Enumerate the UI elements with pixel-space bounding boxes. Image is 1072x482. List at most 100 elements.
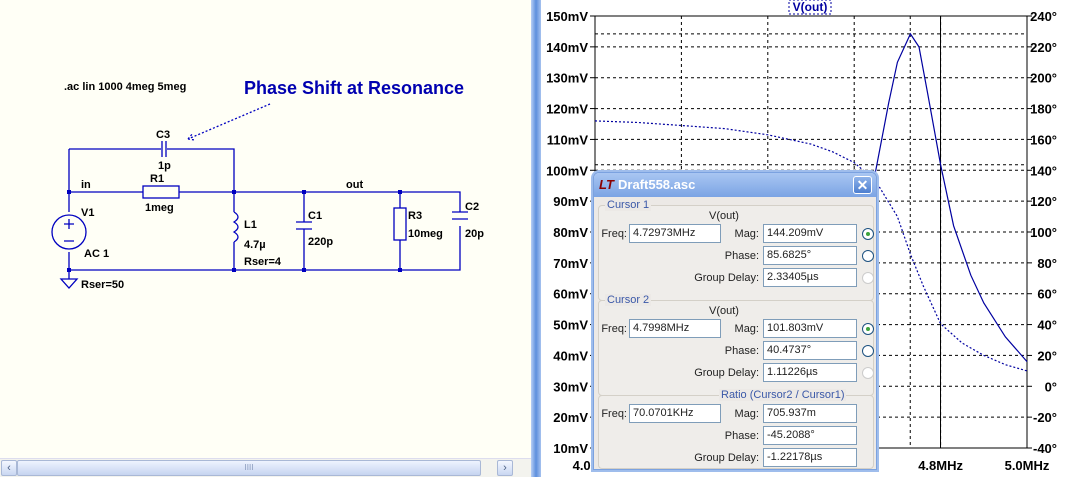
cursor2-mag-label: Mag:: [734, 323, 759, 335]
lt-logo-icon: LT: [599, 177, 614, 192]
v1-name: V1: [81, 207, 94, 219]
v1-rser: Rser=50: [81, 279, 124, 291]
y-tick-label-left: 100mV: [546, 163, 588, 178]
y-tick-label-left: 130mV: [546, 71, 588, 86]
c1-capacitor[interactable]: [296, 221, 312, 230]
y-tick-label-right: 240°: [1030, 9, 1057, 24]
cursor1-mag-field[interactable]: 144.209mV: [763, 224, 857, 243]
cursor1-mag-radio[interactable]: [862, 228, 874, 240]
cursor1-mag-label: Mag:: [734, 228, 759, 240]
cursor2-phase-label: Phase:: [724, 345, 759, 357]
ratio-group-delay-field[interactable]: -1.22178µs: [763, 448, 857, 467]
r1-resistor[interactable]: [142, 185, 180, 199]
net-in-label: in: [81, 179, 91, 191]
y-tick-label-right: 60°: [1037, 287, 1057, 302]
ratio-phase-label: Phase:: [724, 430, 759, 442]
c3-plates: [161, 141, 167, 157]
y-tick-label-right: 20°: [1037, 348, 1057, 363]
y-tick-label-left: 20mV: [553, 410, 588, 425]
y-tick-label-right: 160°: [1030, 132, 1057, 147]
y-tick-label-right: 40°: [1037, 318, 1057, 333]
x-tick-label: 4.8MHz: [918, 458, 963, 473]
y-tick-label-left: 150mV: [546, 9, 588, 24]
ratio-group-delay-label: Group Delay:: [694, 452, 759, 464]
y-tick-label-left: 140mV: [546, 40, 588, 55]
cursor2-phase-radio[interactable]: [862, 345, 874, 357]
y-tick-label-right: 80°: [1037, 256, 1057, 271]
ratio-freq-label: Freq:: [601, 408, 627, 420]
y-tick-label-left: 70mV: [553, 256, 588, 271]
cursor2-freq-label: Freq:: [601, 323, 627, 335]
y-tick-label-right: 140°: [1030, 163, 1057, 178]
y-tick-label-right: 220°: [1030, 40, 1057, 55]
ratio-mag-field[interactable]: 705.937m: [763, 404, 857, 423]
l1-name: L1: [244, 219, 257, 231]
cursor-dialog[interactable]: LT Draft558.asc ✕ Cursor 1 V(out) Freq: 4.…: [593, 172, 877, 470]
ratio-group-label: Ratio (Cursor2 / Cursor1): [719, 389, 847, 401]
cursor2-phase-field[interactable]: 40.4737°: [763, 341, 857, 360]
ratio-group: Ratio (Cursor2 / Cursor1) Freq: 70.0701KH…: [598, 389, 874, 469]
cursor2-mag-field[interactable]: 101.803mV: [763, 319, 857, 338]
cursor2-mag-radio[interactable]: [862, 323, 874, 335]
y-tick-label-right: -40°: [1033, 441, 1057, 456]
cursor1-group-delay-field[interactable]: 2.33405µs: [763, 268, 857, 287]
horizontal-scrollbar[interactable]: ‹ IIII ›: [0, 458, 531, 477]
cursor1-freq-label: Freq:: [601, 228, 627, 240]
c3-name: C3: [156, 129, 170, 141]
scroll-left-button[interactable]: ‹: [1, 460, 17, 476]
schematic-editor[interactable]: .ac lin 1000 4meg 5meg C3 1p in R1 1meg …: [0, 0, 531, 458]
cursor2-group: Cursor 2 V(out) Freq: 4.7998MHz Mag: 101.8…: [598, 294, 874, 396]
y-tick-label-right: 200°: [1030, 71, 1057, 86]
y-tick-label-left: 10mV: [553, 441, 588, 456]
close-button[interactable]: ✕: [853, 176, 872, 194]
ground-icon: [59, 270, 79, 289]
spice-directive[interactable]: .ac lin 1000 4meg 5meg: [64, 81, 186, 93]
y-tick-label-left: 30mV: [553, 379, 588, 394]
scroll-right-button[interactable]: ›: [497, 460, 513, 476]
annotation-arrow: [187, 103, 271, 141]
cursor1-group-delay-label: Group Delay:: [694, 272, 759, 284]
cursor1-phase-radio[interactable]: [862, 250, 874, 262]
ratio-phase-field[interactable]: -45.2088°: [763, 426, 857, 445]
cursor1-phase-field[interactable]: 85.6825°: [763, 246, 857, 265]
cursor2-trace-name: V(out): [709, 305, 739, 317]
trace-label[interactable]: V(out): [793, 0, 828, 14]
l1-inductor[interactable]: [232, 211, 239, 243]
y-tick-label-left: 50mV: [553, 318, 588, 333]
r1-name: R1: [150, 173, 164, 185]
v1-value: AC 1: [84, 248, 109, 260]
cursor2-group-label: Cursor 2: [605, 294, 652, 306]
dialog-titlebar[interactable]: LT Draft558.asc ✕: [594, 173, 876, 197]
schematic-comment[interactable]: Phase Shift at Resonance: [244, 78, 464, 98]
c1-value: 220p: [308, 236, 333, 248]
y-tick-label-left: 80mV: [553, 225, 588, 240]
y-tick-label-right: -20°: [1033, 410, 1057, 425]
y-tick-label-right: 180°: [1030, 102, 1057, 117]
wire: [68, 148, 461, 271]
dialog-title: Draft558.asc: [618, 177, 696, 192]
y-tick-label-left: 120mV: [546, 102, 588, 117]
y-tick-label-left: 60mV: [553, 287, 588, 302]
v1-signs: [64, 219, 74, 242]
cursor2-group-delay-label: Group Delay:: [694, 367, 759, 379]
net-out-label: out: [346, 179, 363, 191]
schematic-canvas[interactable]: .ac lin 1000 4meg 5meg C3 1p in R1 1meg …: [0, 0, 531, 458]
cursor1-group-label: Cursor 1: [605, 199, 652, 211]
scroll-thumb[interactable]: IIII: [17, 460, 481, 476]
y-tick-label-left: 110mV: [547, 132, 589, 147]
x-tick-label: 5.0MHz: [1005, 458, 1050, 473]
cursor1-trace-name: V(out): [709, 210, 739, 222]
r3-resistor[interactable]: [393, 207, 407, 241]
cursor2-group-delay-field[interactable]: 1.11226µs: [763, 363, 857, 382]
cursor1-phase-label: Phase:: [724, 250, 759, 262]
y-tick-label-left: 40mV: [553, 348, 588, 363]
r3-value: 10meg: [408, 228, 443, 240]
l1-rser: Rser=4: [244, 256, 282, 268]
y-tick-label-right: 100°: [1030, 225, 1057, 240]
r1-value: 1meg: [145, 202, 174, 214]
pane-splitter[interactable]: [531, 0, 541, 477]
y-tick-label-left: 90mV: [553, 194, 588, 209]
c2-capacitor[interactable]: [452, 211, 468, 220]
r3-name: R3: [408, 210, 422, 222]
cursor2-group-delay-radio: [862, 367, 874, 379]
